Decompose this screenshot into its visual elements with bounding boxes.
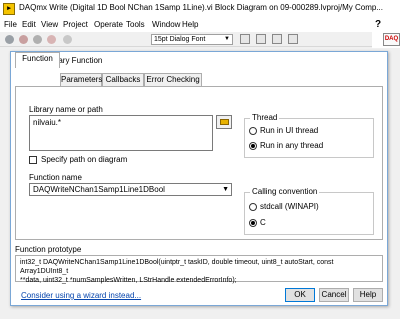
run-in-any-thread-radio[interactable] (249, 142, 257, 150)
abort-icon[interactable] (19, 35, 28, 44)
library-path-value: nilvaiu.* (33, 118, 62, 127)
menu-bar: File Edit View Project Operate Tools Win… (0, 18, 400, 32)
window-title: DAQmx Write (Digital 1D Bool NChan 1Samp… (19, 3, 383, 12)
stdcall-label: stdcall (WINAPI) (260, 202, 319, 211)
labview-app-icon: ▸ (3, 3, 15, 15)
menu-help[interactable]: Help (182, 20, 198, 29)
library-path-field[interactable]: nilvaiu.* (29, 115, 213, 151)
tab-error-checking[interactable]: Error Checking (144, 73, 202, 86)
help-button[interactable]: Help (353, 288, 383, 302)
thread-group-title: Thread (250, 113, 280, 122)
menu-window[interactable]: Window (152, 20, 180, 29)
tab-callbacks[interactable]: Callbacks (102, 73, 144, 86)
function-name-label: Function name (29, 173, 82, 182)
align-objects-icon[interactable] (240, 34, 250, 44)
pause-icon[interactable] (33, 35, 42, 44)
prototype-line-2: **data, uint32_t *numSamplesWritten, LSt… (20, 277, 237, 284)
wizard-link[interactable]: Consider using a wizard instead... (21, 291, 141, 300)
function-prototype-label: Function prototype (15, 245, 82, 254)
tab-function[interactable]: Function (15, 52, 60, 68)
resize-objects-icon[interactable] (272, 34, 282, 44)
ok-button[interactable]: OK (285, 288, 315, 302)
menu-edit[interactable]: Edit (22, 20, 36, 29)
window-titlebar: ▸ DAQmx Write (Digital 1D Bool NChan 1Sa… (0, 0, 400, 18)
font-selector[interactable]: 15pt Dialog Font ▼ (151, 34, 233, 45)
chevron-down-icon: ▼ (224, 36, 230, 42)
function-name-dropdown[interactable]: DAQWriteNChan1Samp1Line1DBool ▼ (29, 183, 232, 196)
calling-convention-title: Calling convention (250, 187, 320, 196)
dialog-titlebar: Call Library Function (11, 52, 387, 68)
distribute-objects-icon[interactable] (256, 34, 266, 44)
chevron-down-icon: ▼ (222, 186, 229, 193)
help-question-icon[interactable]: ? (375, 19, 385, 31)
menu-view[interactable]: View (41, 20, 58, 29)
cancel-button[interactable]: Cancel (319, 288, 349, 302)
function-name-value: DAQWriteNChan1Samp1Line1DBool (33, 185, 165, 194)
run-in-ui-thread-label: Run in UI thread (260, 126, 319, 135)
browse-button[interactable] (216, 115, 232, 129)
menu-project[interactable]: Project (63, 20, 88, 29)
daq-vi-icon: DAQ (383, 33, 400, 46)
menu-file[interactable]: File (4, 20, 17, 29)
c-convention-label: C (260, 218, 266, 227)
specify-path-label: Specify path on diagram (41, 155, 128, 164)
folder-icon (220, 119, 229, 125)
run-arrow-icon[interactable] (5, 35, 14, 44)
tab-parameters[interactable]: Parameters (60, 73, 102, 86)
run-in-any-thread-label: Run in any thread (260, 141, 324, 150)
prototype-line-1: int32_t DAQWriteNChan1Samp1Line1DBool(ui… (20, 259, 334, 275)
c-convention-radio[interactable] (249, 219, 257, 227)
stdcall-radio[interactable] (249, 203, 257, 211)
library-name-label: Library name or path (29, 105, 103, 114)
call-library-function-dialog: Call Library Function Function Parameter… (10, 51, 388, 306)
menu-tools[interactable]: Tools (126, 20, 145, 29)
toolbar: 15pt Dialog Font ▼ (0, 32, 400, 47)
retain-wire-values-icon[interactable] (63, 35, 72, 44)
function-prototype-box: int32_t DAQWriteNChan1Samp1Line1DBool(ui… (15, 255, 383, 284)
specify-path-checkbox[interactable] (29, 156, 37, 164)
menu-operate[interactable]: Operate (94, 20, 123, 29)
font-selector-label: 15pt Dialog Font (154, 36, 206, 43)
run-in-ui-thread-radio[interactable] (249, 127, 257, 135)
reorder-icon[interactable] (288, 34, 298, 44)
thread-group: Thread Run in UI thread Run in any threa… (244, 113, 374, 158)
highlight-execution-icon[interactable] (47, 35, 56, 44)
calling-convention-group: Calling convention stdcall (WINAPI) C (244, 187, 374, 235)
